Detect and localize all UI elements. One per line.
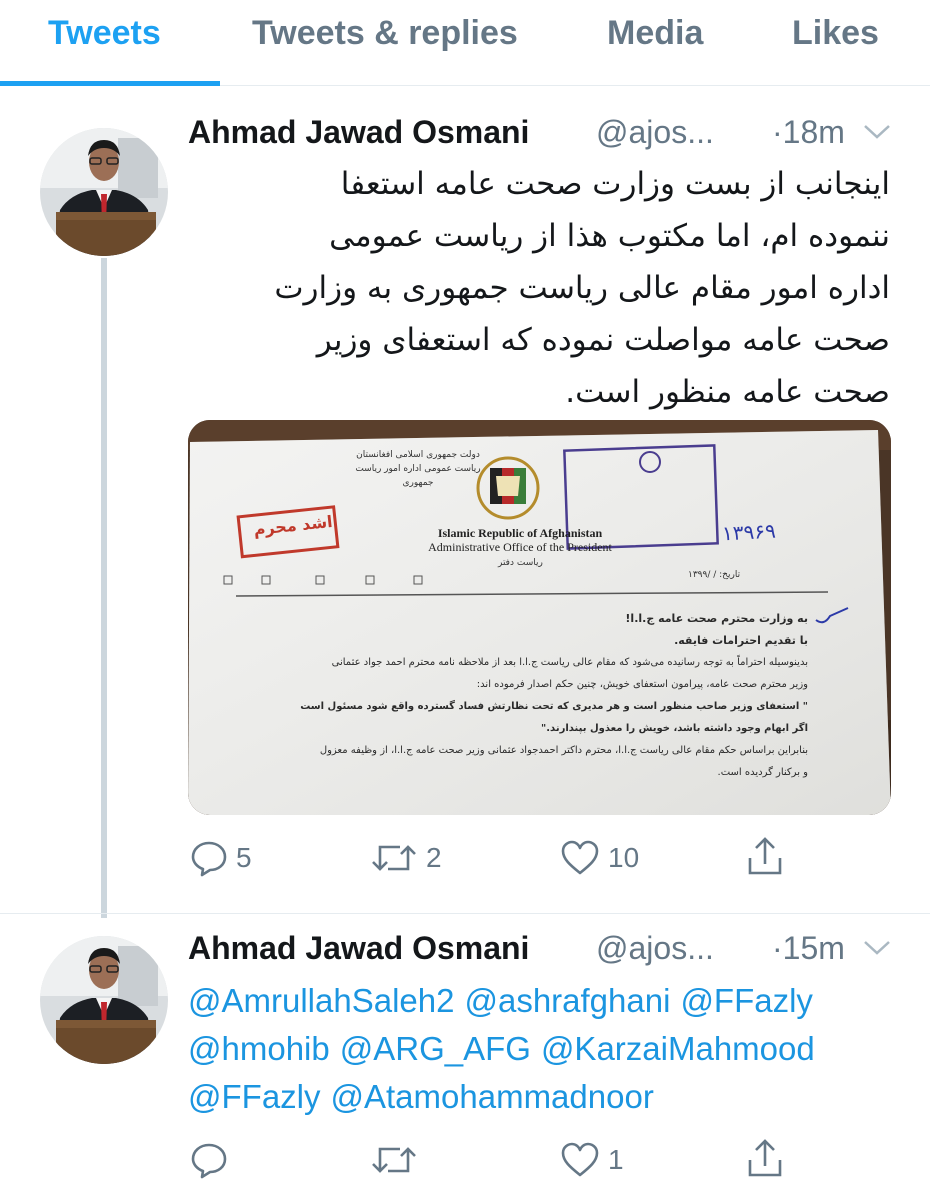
share-button[interactable] — [746, 836, 784, 876]
doc-greeting: با تقدیم احترامات فایقه. — [674, 634, 808, 647]
tab-tweets-and-replies[interactable]: Tweets & replies — [252, 14, 518, 53]
tweet-header: Ahmad Jawad Osmani @ajos... ·18m — [188, 114, 908, 158]
avatar[interactable] — [40, 936, 168, 1064]
doc-body-line: و برکنار گردیده است. — [717, 767, 808, 778]
doc-en-title-line: Administrative Office of the President — [428, 540, 612, 554]
doc-body: به وزارت محترم صحت عامه ج.ا.ا! با تقدیم … — [228, 608, 808, 784]
tweet-text-line: اداره امور مقام عالی ریاست جمهوری به وزا… — [274, 270, 890, 306]
mention-link[interactable]: @AmrullahSaleh2 — [188, 982, 454, 1019]
doc-body-line: وزیر محترم صحت عامه، پیرامون استعفای خوی… — [476, 679, 808, 690]
retweet-button[interactable]: 2 — [370, 838, 442, 878]
tweet-mentions: @AmrullahSaleh2 @ashrafghani @FFazly @hmoh… — [188, 977, 908, 1121]
like-count: 10 — [608, 842, 640, 873]
doc-sub-office: ریاست دفتر — [498, 558, 543, 568]
like-button[interactable]: 10 — [560, 838, 639, 878]
retweet-count: 2 — [426, 842, 442, 873]
doc-quote-line: " استعفای وزیر صاحب منظور است و هر مدیری… — [300, 701, 808, 712]
tab-media[interactable]: Media — [607, 14, 703, 53]
share-icon — [748, 837, 782, 875]
tweet-text-line: اینجانب از بست وزارت صحت عامه استعفا — [340, 166, 890, 202]
retweet-icon — [372, 845, 416, 871]
tweet-text-line: صحت عامه مواصلت نموده که استعفای وزیر — [316, 322, 890, 358]
mention-link[interactable]: @FFazly — [188, 1078, 321, 1115]
tweet-text: اینجانب از بست وزارت صحت عامه استعفا ننم… — [190, 158, 890, 418]
doc-body-line: بنابراین براساس حکم مقام عالی ریاست ج.ا.… — [319, 745, 808, 756]
author-name[interactable]: Ahmad Jawad Osmani — [188, 930, 529, 967]
doc-addressee: به وزارت محترم صحت عامه ج.ا.ا! — [625, 612, 808, 625]
tweet-media-image[interactable]: دولت جمهوری اسلامی افغانستان ریاست عمومی… — [188, 420, 891, 815]
reply-icon — [191, 841, 227, 877]
tab-likes[interactable]: Likes — [792, 14, 879, 53]
doc-reg-number: ۱۳۹۶۹ — [721, 518, 777, 546]
author-handle[interactable]: @ajos... — [596, 930, 714, 967]
mention-link[interactable]: @ashrafghani — [464, 982, 670, 1019]
doc-quote-line: اگر ابهام وجود داشته باشد، خویش را معذول… — [541, 723, 808, 734]
doc-header-right: دولت جمهوری اسلامی افغانستان ریاست عمومی… — [348, 448, 488, 490]
author-name[interactable]: Ahmad Jawad Osmani — [188, 114, 529, 151]
profile-tabs: Tweets Tweets & replies Media Likes — [0, 0, 930, 86]
mention-link[interactable]: @FFazly — [680, 982, 813, 1019]
chevron-down-icon[interactable] — [862, 122, 892, 146]
retweet-button[interactable] — [370, 1140, 426, 1180]
mention-link[interactable]: @ARG_AFG — [340, 1030, 531, 1067]
tab-tweets[interactable]: Tweets — [48, 14, 161, 53]
tweet-divider — [0, 913, 930, 914]
reply-button[interactable] — [190, 1140, 236, 1180]
retweet-icon — [372, 1147, 416, 1173]
thread-line — [101, 258, 107, 918]
chevron-down-icon[interactable] — [862, 938, 892, 962]
doc-header-line: دولت جمهوری اسلامی افغانستان — [356, 450, 480, 460]
tweet-timestamp[interactable]: ·15m — [772, 930, 845, 967]
active-tab-indicator — [0, 81, 220, 86]
tweet-timestamp[interactable]: ·18m — [772, 114, 845, 151]
doc-en-title: Islamic Republic of Afghanistan Administ… — [420, 526, 620, 554]
reply-button[interactable]: 5 — [190, 838, 252, 878]
reply-count: 5 — [236, 842, 252, 873]
tweet-header: Ahmad Jawad Osmani @ajos... ·15m — [188, 930, 908, 974]
like-count: 1 — [608, 1144, 624, 1175]
avatar[interactable] — [40, 128, 168, 256]
doc-date: تاریخ: / /۱۳۹۹ — [688, 570, 741, 580]
mention-link[interactable]: @Atamohammadnoor — [331, 1078, 654, 1115]
heart-icon — [561, 1142, 599, 1177]
share-button[interactable] — [746, 1138, 784, 1178]
tweet-text-line: ننموده ام، اما مکتوب هذا از ریاست عمومی — [329, 218, 890, 254]
doc-body-line: بدینوسیله احتراماً به توجه رسانیده می‌شو… — [331, 657, 808, 668]
like-button[interactable]: 1 — [560, 1140, 624, 1180]
mention-link[interactable]: @KarzaiMahmood — [541, 1030, 815, 1067]
doc-header-line: ریاست عمومی اداره امور ریاست جمهوری — [355, 464, 481, 488]
heart-icon — [561, 840, 599, 875]
doc-en-title-line: Islamic Republic of Afghanistan — [437, 526, 603, 540]
tweet-text-line: صحت عامه منظور است. — [565, 374, 890, 410]
author-handle[interactable]: @ajos... — [596, 114, 714, 151]
share-icon — [748, 1139, 782, 1177]
reply-icon — [191, 1143, 227, 1179]
mention-link[interactable]: @hmohib — [188, 1030, 330, 1067]
